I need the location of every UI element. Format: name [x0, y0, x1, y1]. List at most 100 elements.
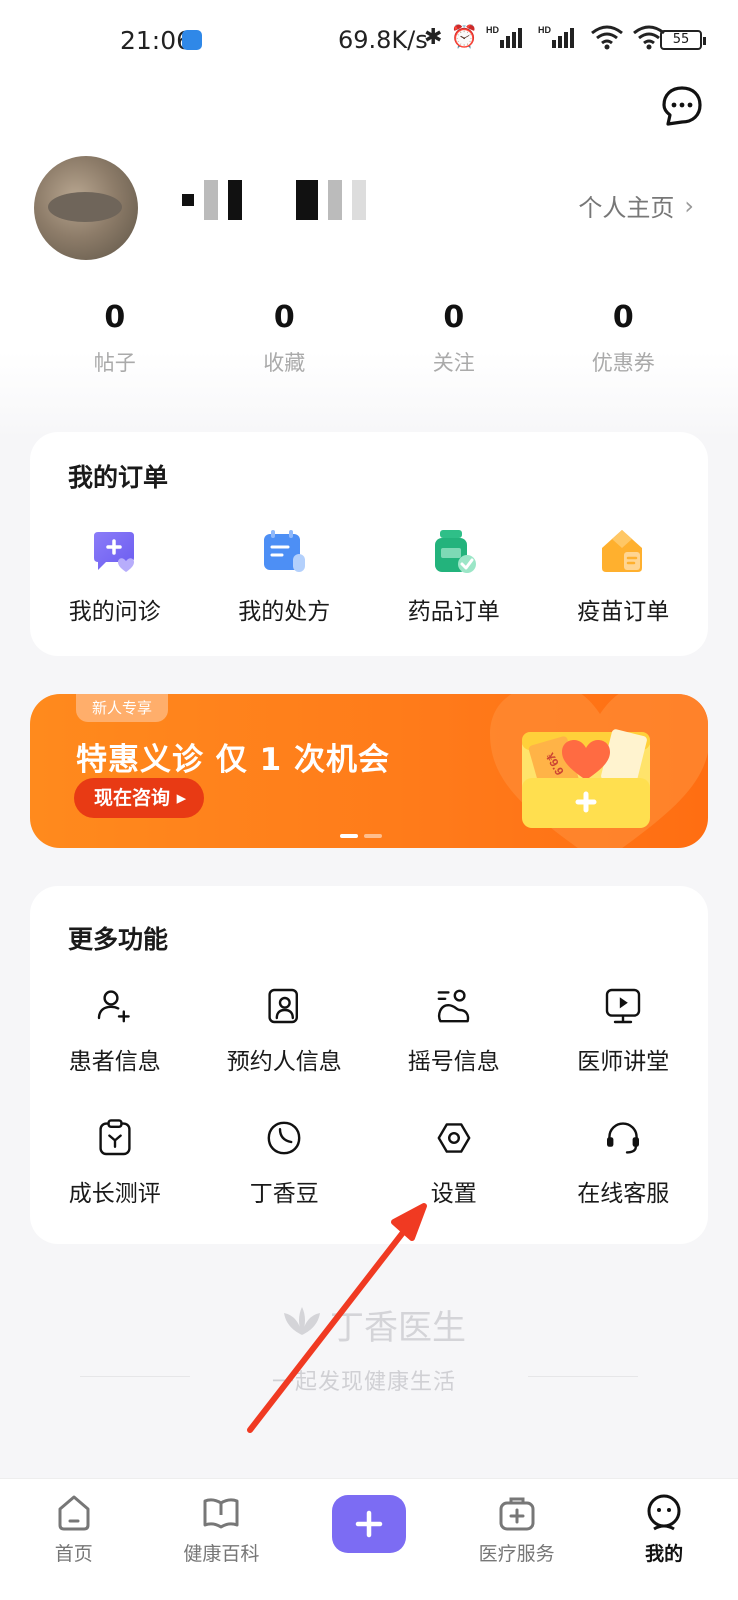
- growth-test-icon: [99, 1119, 131, 1156]
- func-dxy-beans[interactable]: 丁香豆: [200, 1118, 370, 1208]
- divider-right: [528, 1376, 638, 1377]
- order-item-label: 我的问诊: [68, 599, 161, 625]
- more-grid-row-2: 成长测评 丁香豆 设置 在线客服: [30, 1118, 708, 1208]
- func-label: 成长测评: [68, 1181, 161, 1207]
- func-appointment-person[interactable]: 预约人信息: [200, 986, 370, 1076]
- hd-label: HD: [486, 25, 499, 35]
- settings-icon: [437, 1123, 471, 1153]
- nav-label: 我的: [645, 1543, 684, 1565]
- avatar[interactable]: [34, 156, 138, 260]
- more-grid-row-1: 患者信息 预约人信息 摇号信息 医师讲堂: [30, 986, 708, 1076]
- stat-value: 0: [612, 300, 634, 335]
- battery-icon: 55: [660, 30, 706, 50]
- homepage-label: 个人主页: [578, 194, 675, 222]
- lecture-video-icon: [606, 988, 641, 1024]
- stat-favorites[interactable]: 0 收藏: [200, 300, 370, 377]
- bluetooth-icon: ✱: [424, 24, 443, 50]
- consult-icon: [93, 532, 134, 572]
- orders-card: 我的订单 我的问诊 我的处方 药品订单 疫苗订单: [30, 432, 708, 656]
- promo-headline: 特惠义诊 仅 1 次机会: [76, 742, 390, 778]
- medical-box-illustration: ¥9.9: [522, 729, 650, 828]
- stat-coupons[interactable]: 0 优惠券: [539, 300, 709, 377]
- message-icon[interactable]: [660, 84, 704, 128]
- chevron-right-icon: ›: [684, 191, 694, 220]
- book-icon: [203, 1498, 239, 1529]
- brand-logo: 丁香医生: [280, 1300, 466, 1349]
- promo-tag: 新人专享: [76, 694, 169, 722]
- nav-label: 医疗服务: [478, 1543, 555, 1565]
- medicine-icon: [434, 530, 476, 573]
- prescription-icon: [264, 530, 306, 572]
- nav-add[interactable]: [295, 1479, 443, 1600]
- stat-value: 0: [104, 300, 126, 335]
- order-item-prescription[interactable]: 我的处方: [200, 526, 370, 626]
- more-title: 更多功能: [68, 925, 169, 954]
- profile-icon: [647, 1494, 681, 1531]
- consult-now-button[interactable]: 现在咨询 ▸: [74, 778, 205, 818]
- alarm-icon: ⏰: [450, 24, 478, 50]
- order-item-medicine[interactable]: 药品订单: [369, 526, 539, 626]
- stat-label: 关注: [432, 351, 475, 375]
- order-item-consult[interactable]: 我的问诊: [30, 526, 200, 626]
- network-speed: 69.8K/s: [338, 26, 428, 54]
- func-doctor-lecture[interactable]: 医师讲堂: [539, 986, 709, 1076]
- wifi-icon: [590, 25, 623, 50]
- promo-banner[interactable]: 新人专享 特惠义诊 仅 1 次机会 现在咨询 ▸ ¥9.9: [30, 694, 708, 848]
- stat-value: 0: [443, 300, 465, 335]
- func-label: 在线客服: [577, 1181, 670, 1207]
- nav-medical-service[interactable]: 医疗服务: [443, 1479, 591, 1600]
- func-growth-test[interactable]: 成长测评: [30, 1118, 200, 1208]
- bottom-navigation: 首页 健康百科 医疗服务 我的: [0, 1478, 738, 1600]
- nav-mine[interactable]: 我的: [590, 1479, 738, 1600]
- order-item-label: 疫苗订单: [577, 599, 670, 625]
- headset-icon: [607, 1122, 640, 1154]
- brand-slogan: 一起发现健康生活: [272, 1370, 457, 1395]
- notification-app-icon: [182, 30, 202, 50]
- stat-label: 帖子: [93, 351, 136, 375]
- lilac-flower-icon: [284, 1306, 320, 1335]
- personal-homepage-link[interactable]: 个人主页 ›: [578, 188, 694, 223]
- vaccine-icon: [602, 530, 643, 572]
- stat-following[interactable]: 0 关注: [369, 300, 539, 377]
- func-settings[interactable]: 设置: [369, 1118, 539, 1208]
- orders-grid: 我的问诊 我的处方 药品订单 疫苗订单: [30, 526, 708, 626]
- home-icon: [58, 1495, 90, 1531]
- func-label: 摇号信息: [407, 1049, 500, 1075]
- nav-health-wiki[interactable]: 健康百科: [148, 1479, 296, 1600]
- order-item-vaccine[interactable]: 疫苗订单: [539, 526, 709, 626]
- func-lottery-info[interactable]: 摇号信息: [369, 986, 539, 1076]
- plus-icon: [355, 1510, 383, 1538]
- medical-kit-icon: [499, 1497, 535, 1531]
- signal-icon: HD: [486, 25, 522, 48]
- more-functions-card: 更多功能 患者信息 预约人信息 摇号信息 医师讲堂 成长测评 丁香豆 设置 在线…: [30, 886, 708, 1244]
- carousel-indicator: [340, 834, 382, 838]
- func-label: 患者信息: [68, 1049, 161, 1075]
- stat-label: 优惠券: [591, 351, 655, 375]
- stat-value: 0: [273, 300, 295, 335]
- status-icons: ✱ ⏰ HD HD: [424, 24, 666, 50]
- status-bar: 21:06 69.8K/s ✱ ⏰ HD HD 55: [0, 0, 738, 80]
- username-pixelated: [182, 180, 366, 220]
- bean-icon: [267, 1121, 301, 1155]
- func-patient-info[interactable]: 患者信息: [30, 986, 200, 1076]
- signal-icon-2: HD: [538, 25, 574, 48]
- stat-label: 收藏: [263, 351, 306, 375]
- nav-home[interactable]: 首页: [0, 1479, 148, 1600]
- hd-label-2: HD: [538, 25, 551, 35]
- add-button[interactable]: [331, 1495, 406, 1553]
- func-online-service[interactable]: 在线客服: [539, 1118, 709, 1208]
- patient-add-icon: [97, 990, 130, 1023]
- func-label: 丁香豆: [249, 1181, 319, 1207]
- func-label: 设置: [430, 1181, 477, 1207]
- func-label: 医师讲堂: [577, 1049, 670, 1075]
- order-item-label: 药品订单: [407, 599, 500, 625]
- orders-title: 我的订单: [68, 463, 169, 492]
- nav-label: 健康百科: [183, 1543, 260, 1565]
- stat-posts[interactable]: 0 帖子: [30, 300, 200, 377]
- lottery-icon: [437, 989, 469, 1023]
- divider-left: [80, 1376, 190, 1377]
- order-item-label: 我的处方: [238, 599, 331, 625]
- nav-label: 首页: [54, 1543, 93, 1565]
- brand-name: 丁香医生: [330, 1308, 466, 1348]
- appointment-person-icon: [268, 988, 299, 1024]
